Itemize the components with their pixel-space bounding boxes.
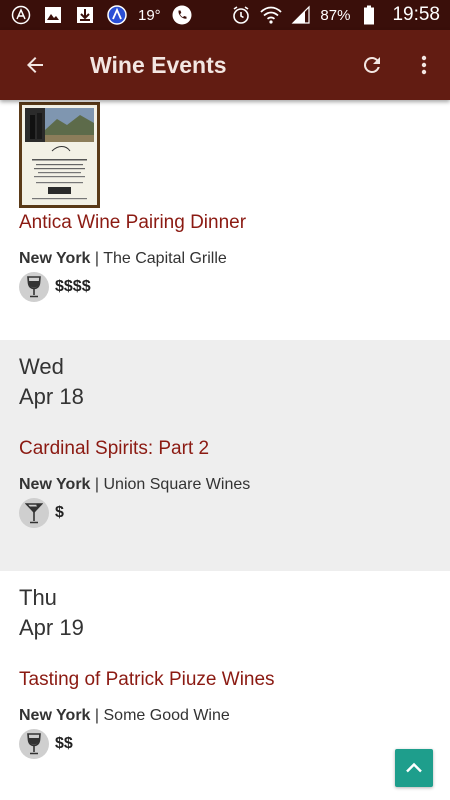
arrow-left-icon bbox=[27, 57, 43, 73]
event-location: New York | The Capital Grille bbox=[19, 250, 431, 268]
location-separator: | bbox=[94, 707, 100, 724]
event-title-link[interactable]: Tasting of Patrick Piuze Wines bbox=[19, 669, 275, 691]
battery-percent: 87% bbox=[320, 6, 351, 24]
event-date: Apr 18 bbox=[19, 384, 84, 409]
event-item[interactable]: Wed Apr 18 Cardinal Spirits: Part 2 New … bbox=[0, 340, 450, 571]
phone-call-icon bbox=[171, 4, 193, 26]
event-city: New York bbox=[19, 476, 91, 493]
event-date: Apr 19 bbox=[19, 615, 84, 640]
refresh-icon bbox=[363, 56, 380, 73]
event-venue: Union Square Wines bbox=[103, 476, 251, 493]
temperature-text: 19° bbox=[138, 6, 161, 24]
status-bar: 19° 87% 19:58 bbox=[0, 0, 450, 30]
back-button[interactable] bbox=[0, 30, 70, 100]
wine-glass-icon bbox=[19, 272, 49, 302]
cocktail-glass-icon bbox=[19, 498, 49, 528]
event-day: Wed bbox=[19, 354, 64, 379]
event-price: $$$$ bbox=[55, 278, 91, 295]
event-price: $$ bbox=[55, 735, 73, 752]
event-location: New York | Union Square Wines bbox=[19, 476, 431, 494]
event-location: New York | Some Good Wine bbox=[19, 707, 431, 725]
event-item[interactable]: Antica Wine Pairing Dinner New York | Th… bbox=[0, 100, 450, 340]
event-flyer-image[interactable] bbox=[19, 102, 100, 208]
event-venue: Some Good Wine bbox=[103, 707, 230, 724]
signal-icon bbox=[290, 4, 312, 26]
wine-glass-icon bbox=[19, 729, 49, 759]
chevron-up-icon bbox=[406, 762, 422, 773]
battery-icon bbox=[358, 4, 380, 26]
image-icon bbox=[42, 4, 64, 26]
event-city: New York bbox=[19, 250, 91, 267]
app-bar: Wine Events bbox=[0, 30, 450, 100]
vpn-icon bbox=[106, 4, 128, 26]
event-day: Thu bbox=[19, 585, 57, 610]
download-icon bbox=[74, 4, 96, 26]
event-title-link[interactable]: Cardinal Spirits: Part 2 bbox=[19, 438, 209, 460]
page-title: Wine Events bbox=[90, 51, 227, 78]
location-separator: | bbox=[94, 476, 100, 493]
event-city: New York bbox=[19, 707, 91, 724]
more-vertical-icon bbox=[421, 55, 427, 75]
location-separator: | bbox=[94, 250, 100, 267]
wifi-icon bbox=[260, 4, 283, 26]
event-venue: The Capital Grille bbox=[103, 250, 227, 267]
event-item[interactable]: Thu Apr 19 Tasting of Patrick Piuze Wine… bbox=[0, 571, 450, 800]
app-notification-icon bbox=[10, 4, 32, 26]
event-price: $ bbox=[55, 504, 64, 521]
event-list[interactable]: Antica Wine Pairing Dinner New York | Th… bbox=[0, 100, 450, 800]
refresh-button[interactable] bbox=[346, 30, 398, 100]
event-title-link[interactable]: Antica Wine Pairing Dinner bbox=[19, 212, 246, 234]
scroll-to-top-button[interactable] bbox=[395, 749, 433, 787]
alarm-icon bbox=[230, 4, 252, 26]
clock-text: 19:58 bbox=[392, 4, 440, 25]
overflow-menu-button[interactable] bbox=[398, 30, 450, 100]
